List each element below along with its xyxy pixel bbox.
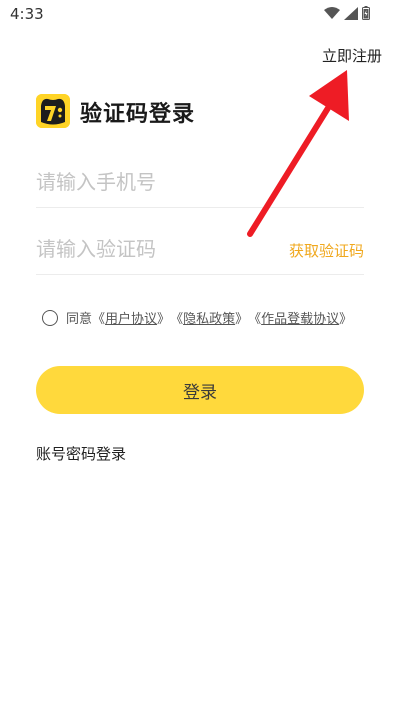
get-code-button[interactable]: 获取验证码	[289, 240, 364, 261]
agreement-row: 同意 《 用户协议 》 《 隐私政策 》 《 作品登载协议 》	[42, 308, 352, 327]
page-title: 验证码登录	[80, 102, 196, 127]
status-time: 4:33	[10, 5, 44, 23]
battery-icon	[362, 6, 370, 20]
bracket-open: 《	[170, 312, 184, 327]
phone-input[interactable]	[36, 166, 266, 198]
verification-code-input[interactable]	[36, 233, 266, 265]
bracket-open: 《	[248, 312, 262, 327]
code-field-row: 获取验证码	[36, 225, 364, 275]
agreement-radio[interactable]	[42, 309, 58, 326]
agreement-prefix: 同意	[66, 312, 93, 327]
login-button[interactable]: 登录	[36, 366, 364, 414]
cat-face-logo-icon	[36, 94, 70, 128]
works-agreement-link[interactable]: 作品登载协议	[261, 308, 339, 327]
bracket-open: 《	[92, 312, 106, 327]
status-icons	[324, 6, 370, 20]
status-bar: 4:33	[0, 0, 400, 30]
login-button-label: 登录	[183, 382, 217, 403]
password-login-link[interactable]: 账号密码登录	[36, 443, 126, 464]
bracket-close: 》	[339, 312, 353, 327]
wifi-icon	[324, 6, 340, 19]
signal-icon	[344, 6, 358, 20]
register-link[interactable]: 立即注册	[322, 45, 382, 66]
bracket-close: 》	[157, 312, 171, 327]
phone-field-row	[36, 158, 364, 208]
bracket-close: 》	[235, 312, 249, 327]
user-agreement-link[interactable]: 用户协议	[105, 308, 157, 327]
privacy-policy-link[interactable]: 隐私政策	[183, 308, 235, 327]
